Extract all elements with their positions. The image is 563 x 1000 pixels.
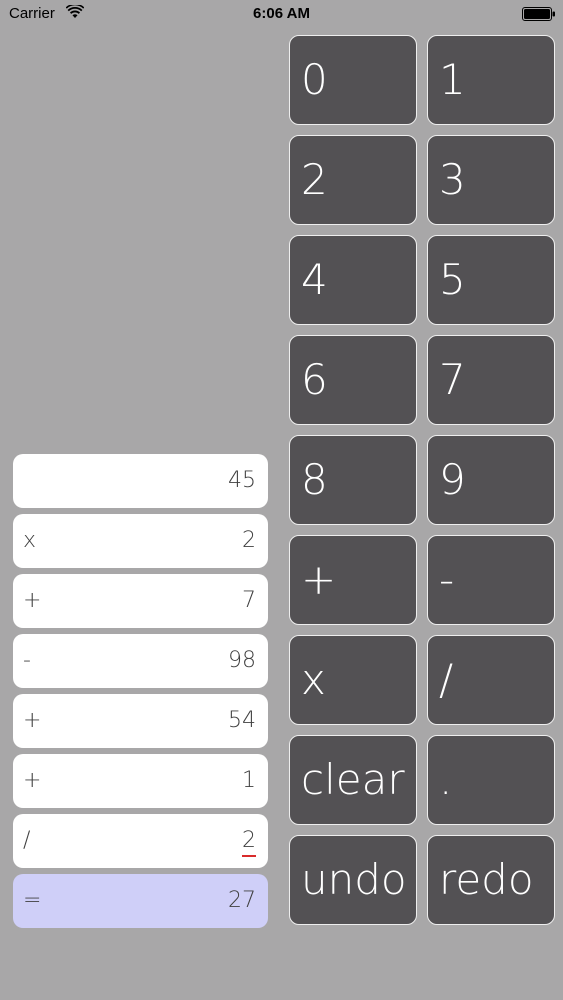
tape-operator: + (23, 768, 42, 793)
tape-row: + 7 (13, 574, 268, 628)
key-7-button[interactable]: 7 (427, 335, 555, 425)
clock-time: 6:06 AM (253, 5, 310, 22)
tape-operator: = (23, 888, 42, 913)
key-8-button[interactable]: 8 (289, 435, 417, 525)
tape-value: 2 (242, 528, 256, 553)
keypad: 0 1 2 3 4 5 6 7 8 9 + - x / clear . undo… (289, 35, 555, 925)
tape-row: 45 (13, 454, 268, 508)
key-4-button[interactable]: 4 (289, 235, 417, 325)
key-label: redo (439, 855, 534, 904)
key-label: 4 (301, 255, 328, 304)
tape-row: + 54 (13, 694, 268, 748)
key-label: 3 (439, 155, 466, 204)
tape-row: x 2 (13, 514, 268, 568)
key-6-button[interactable]: 6 (289, 335, 417, 425)
tape-result-value: 27 (228, 888, 256, 913)
key-label: 2 (301, 155, 328, 204)
key-9-button[interactable]: 9 (427, 435, 555, 525)
key-label: 6 (301, 355, 328, 404)
key-label: / (439, 655, 454, 704)
calculation-tape: 45 x 2 + 7 - 98 + 54 + 1 / 2 = 27 (13, 454, 268, 934)
tape-operator: x (23, 528, 37, 553)
tape-operator: / (23, 828, 31, 853)
key-label: 8 (301, 455, 328, 504)
clear-button[interactable]: clear (289, 735, 417, 825)
key-label: 0 (301, 55, 328, 104)
tape-row: - 98 (13, 634, 268, 688)
status-bar: Carrier 6:06 AM (0, 0, 563, 30)
key-5-button[interactable]: 5 (427, 235, 555, 325)
key-label: 7 (439, 355, 466, 404)
tape-value: 7 (242, 588, 256, 613)
tape-value: 54 (228, 708, 256, 733)
key-label: - (439, 555, 455, 604)
key-label: x (301, 655, 326, 704)
add-button[interactable]: + (289, 535, 417, 625)
key-label: undo (301, 855, 407, 904)
key-label: 9 (439, 455, 466, 504)
battery-icon (522, 7, 555, 21)
multiply-button[interactable]: x (289, 635, 417, 725)
key-3-button[interactable]: 3 (427, 135, 555, 225)
undo-button[interactable]: undo (289, 835, 417, 925)
key-label: 1 (439, 55, 466, 104)
divide-button[interactable]: / (427, 635, 555, 725)
key-label: + (301, 555, 337, 604)
key-1-button[interactable]: 1 (427, 35, 555, 125)
decimal-point-button[interactable]: . (427, 735, 555, 825)
tape-row-current-input[interactable]: / 2 (13, 814, 268, 868)
tape-value: 1 (242, 768, 256, 793)
tape-value: 45 (228, 468, 256, 493)
key-2-button[interactable]: 2 (289, 135, 417, 225)
tape-value: 2 (242, 828, 256, 853)
redo-button[interactable]: redo (427, 835, 555, 925)
tape-value: 98 (228, 648, 256, 673)
tape-result-row: = 27 (13, 874, 268, 928)
tape-operator: + (23, 588, 42, 613)
subtract-button[interactable]: - (427, 535, 555, 625)
tape-operator: + (23, 708, 42, 733)
key-label: 5 (439, 255, 466, 304)
key-label: clear (301, 755, 405, 804)
key-label: . (439, 755, 453, 804)
key-0-button[interactable]: 0 (289, 35, 417, 125)
tape-row: + 1 (13, 754, 268, 808)
tape-operator: - (23, 648, 31, 673)
